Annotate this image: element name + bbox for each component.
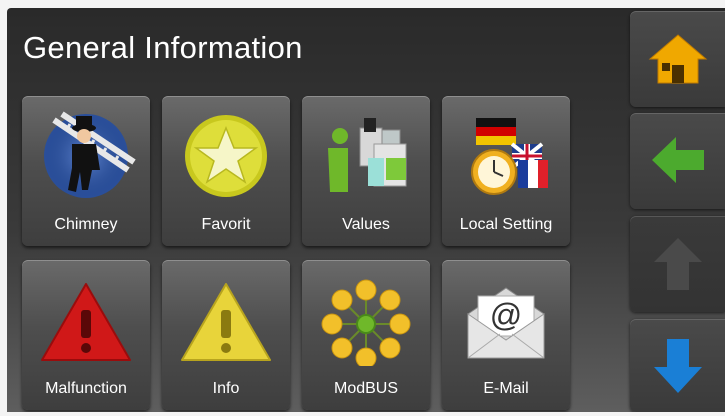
arrow-down-icon — [654, 339, 702, 393]
tile-email[interactable]: @ E-Mail — [442, 260, 570, 410]
tile-values[interactable]: Values — [302, 96, 430, 246]
tile-modbus[interactable]: ModBUS — [302, 260, 430, 410]
tile-label: Info — [212, 380, 240, 397]
arrow-left-icon — [652, 137, 704, 183]
tile-label: Values — [342, 216, 390, 233]
network-nodes-icon — [321, 279, 411, 366]
tile-favorit[interactable]: Favorit — [162, 96, 290, 246]
email-envelope-icon: @ — [467, 287, 545, 359]
tile-label: Chimney — [54, 216, 118, 233]
page-title: General Information — [23, 30, 303, 65]
tile-label: Malfunction — [45, 380, 127, 397]
tile-label: ModBUS — [333, 380, 399, 397]
arrow-up-icon — [654, 238, 702, 290]
star-icon — [185, 115, 267, 197]
tile-local-setting[interactable]: Local Setting — [442, 96, 570, 246]
chimney-sweep-icon — [44, 111, 136, 198]
tile-label: E-Mail — [483, 380, 529, 397]
tile-info[interactable]: Info — [162, 260, 290, 410]
tile-label: Local Setting — [459, 216, 553, 233]
flags-clock-icon — [471, 118, 548, 195]
tile-label: Favorit — [201, 216, 251, 233]
warning-red-icon — [41, 283, 131, 361]
home-icon — [648, 34, 708, 84]
svg-text:@: @ — [490, 297, 522, 333]
screen: General Information Chimney Favorit Valu… — [7, 8, 725, 412]
scroll-down-button[interactable] — [630, 319, 725, 412]
values-info-icon — [328, 118, 407, 192]
tile-chimney[interactable]: Chimney — [22, 96, 150, 246]
tile-malfunction[interactable]: Malfunction — [22, 260, 150, 410]
scroll-up-button[interactable] — [630, 216, 725, 312]
warning-yellow-icon — [181, 283, 271, 361]
home-button[interactable] — [630, 11, 725, 107]
back-button[interactable] — [630, 113, 725, 209]
